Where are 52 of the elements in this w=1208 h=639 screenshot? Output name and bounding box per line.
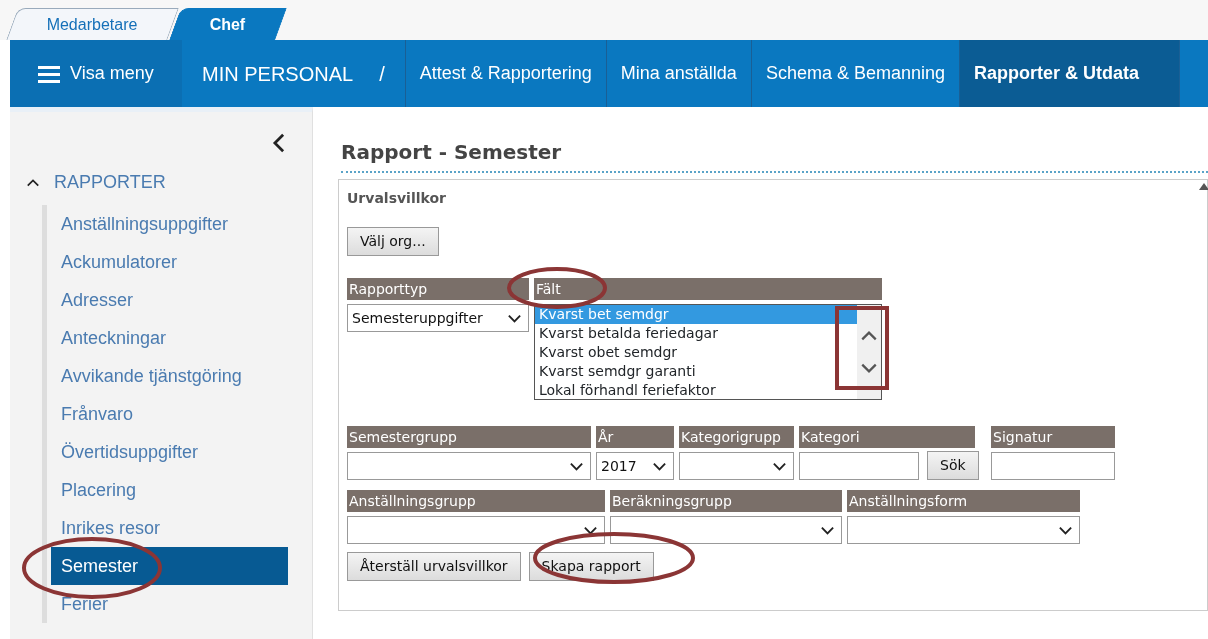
field-label: Signatur bbox=[991, 426, 1115, 448]
sidebar-item[interactable]: Frånvaro bbox=[51, 395, 288, 433]
dropdown-field[interactable] bbox=[347, 452, 591, 480]
field-label: Kategori bbox=[799, 426, 975, 448]
input-field[interactable] bbox=[991, 452, 1115, 480]
action-button[interactable]: Återställ urvalsvillkor bbox=[347, 552, 521, 581]
page-title: Rapport - Semester bbox=[341, 137, 1208, 173]
sidebar-item[interactable]: Placering bbox=[51, 471, 288, 509]
field-label: Kategorigrupp bbox=[679, 426, 794, 448]
sidebar-item[interactable]: Inrikes resor bbox=[51, 509, 288, 547]
top-tab[interactable]: Medarbetare bbox=[6, 8, 179, 40]
sidebar-item[interactable]: Ackumulatorer bbox=[51, 243, 288, 281]
search-button[interactable]: Sök bbox=[927, 451, 979, 480]
field-label: Rapporttyp bbox=[347, 278, 529, 300]
dropdown-field[interactable] bbox=[679, 452, 794, 480]
field-label: År bbox=[596, 426, 674, 448]
sidebar-item[interactable]: Adresser bbox=[51, 281, 288, 319]
sidebar-item[interactable]: Semester bbox=[51, 547, 288, 585]
menu-icon bbox=[38, 64, 60, 83]
scroll-up-icon[interactable] bbox=[1199, 182, 1208, 190]
dropdown-field[interactable] bbox=[347, 516, 605, 544]
sidebar-item[interactable]: Ferier bbox=[51, 585, 288, 623]
nav-link[interactable]: Mina anställda bbox=[606, 40, 752, 107]
dropdown-field[interactable] bbox=[610, 516, 842, 544]
sidebar-item[interactable]: Anställningsuppgifter bbox=[51, 205, 288, 243]
field-label: Fält bbox=[534, 278, 882, 300]
input-field[interactable] bbox=[799, 452, 919, 480]
select-org-button[interactable]: Välj org... bbox=[347, 227, 439, 256]
sidebar-item[interactable]: Avvikande tjänstgöring bbox=[51, 357, 288, 395]
field-label: Anställningsgrupp bbox=[347, 490, 605, 512]
section-title: MIN PERSONAL bbox=[202, 61, 354, 87]
top-tab[interactable]: Chef bbox=[168, 8, 287, 40]
dropdown-field[interactable] bbox=[847, 516, 1080, 544]
panel-title: Urvalsvillkor bbox=[347, 189, 447, 208]
list-option[interactable]: Kvarst betalda feriedagar bbox=[535, 324, 857, 343]
list-option[interactable]: Lokal förhandl feriefaktor bbox=[535, 381, 857, 400]
sidebar-item[interactable]: Övertidsuppgifter bbox=[51, 433, 288, 471]
dropdown-field[interactable]: 2017 bbox=[596, 452, 674, 480]
list-option[interactable]: Kvarst semdgr garanti bbox=[535, 362, 857, 381]
dropdown-field[interactable]: Semesteruppgifter bbox=[347, 304, 529, 332]
nav-link[interactable]: Attest & Rapportering bbox=[405, 40, 607, 107]
list-option[interactable]: Kvarst obet semdgr bbox=[535, 343, 857, 362]
field-label: Beräkningsgrupp bbox=[610, 490, 842, 512]
field-label: Semestergrupp bbox=[347, 426, 591, 448]
list-option[interactable]: Kvarst bet semdgr bbox=[535, 305, 857, 324]
field-label: Anställningsform bbox=[847, 490, 1080, 512]
nav-link[interactable]: Rapporter & Utdata bbox=[960, 40, 1180, 107]
menu-button[interactable]: Visa meny bbox=[10, 40, 182, 107]
breadcrumb-separator: / bbox=[379, 61, 385, 87]
sidebar-item[interactable]: Anteckningar bbox=[51, 319, 288, 357]
sidebar-group[interactable]: RAPPORTER bbox=[20, 168, 172, 197]
scrollbar[interactable] bbox=[857, 305, 881, 399]
